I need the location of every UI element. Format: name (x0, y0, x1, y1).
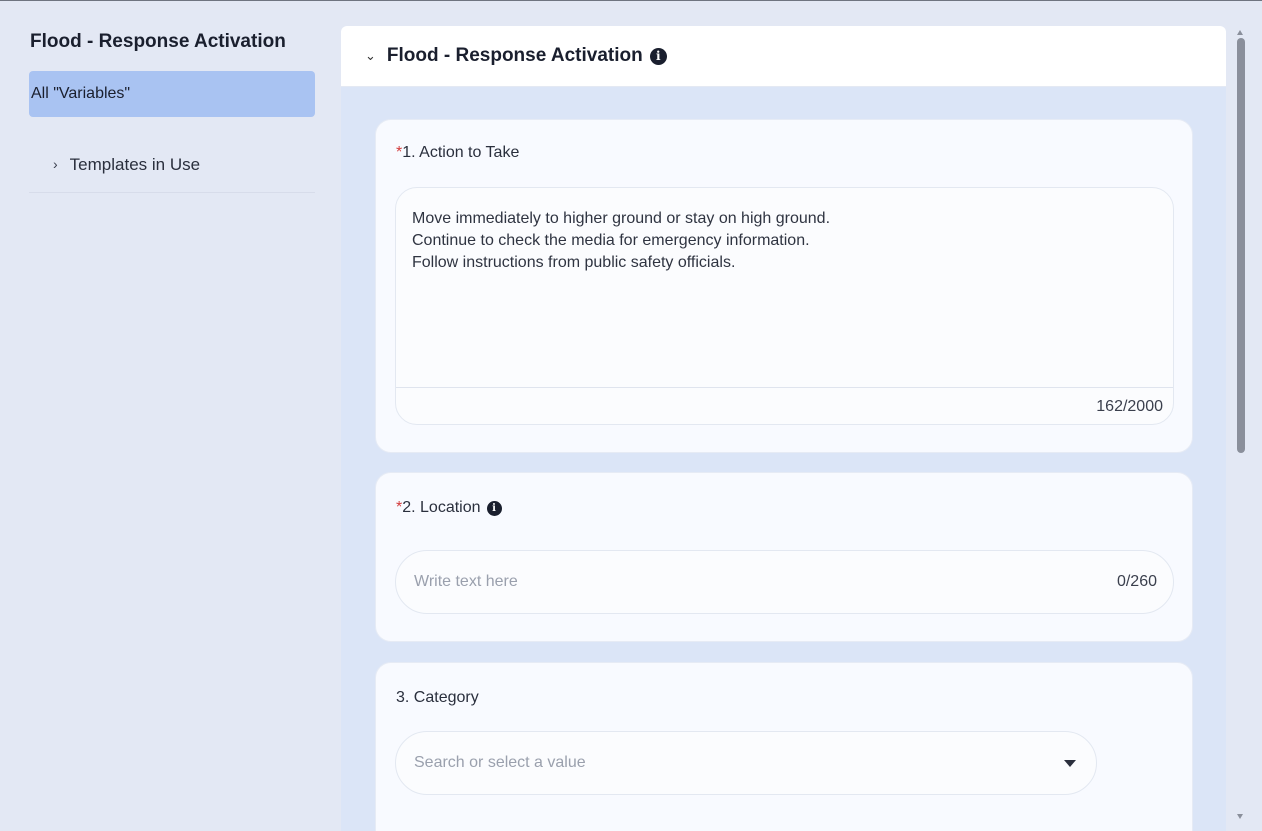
chevron-down-icon[interactable]: ⌄ (365, 48, 376, 64)
info-icon[interactable]: i (486, 500, 502, 516)
panel-header[interactable]: ⌄ Flood - Response Activation i (341, 26, 1226, 87)
field-card-action: * 1. Action to Take Move immediately to … (375, 119, 1193, 453)
field-label: * 2. Location i (396, 499, 502, 517)
textarea-value: Move immediately to higher ground or sta… (412, 210, 831, 271)
sidebar-item-all-variables[interactable]: All "Variables" (29, 71, 315, 117)
action-textarea[interactable]: Move immediately to higher ground or sta… (395, 187, 1174, 425)
main-panel: ⌄ Flood - Response Activation i * 1. Act… (341, 26, 1226, 831)
select-placeholder: Search or select a value (414, 754, 586, 771)
char-counter: 0/260 (1116, 573, 1157, 590)
caret-down-icon[interactable] (1064, 760, 1076, 767)
location-input[interactable]: Write text here 0/260 (395, 550, 1174, 614)
sidebar: Flood - Response Activation All "Variabl… (0, 1, 330, 831)
scroll-down-icon[interactable] (1237, 814, 1243, 819)
chevron-right-icon: › (53, 156, 58, 172)
char-counter: 162/2000 (1096, 398, 1163, 415)
field-label: * 1. Action to Take (396, 144, 519, 162)
scrollbar[interactable] (1234, 26, 1248, 826)
scroll-thumb[interactable] (1237, 38, 1245, 453)
field-label-text: 1. Action to Take (402, 144, 520, 161)
field-card-category: 3. Category Search or select a value (375, 662, 1193, 831)
field-label-text: 3. Category (396, 689, 479, 706)
category-select[interactable]: Search or select a value (395, 731, 1097, 795)
field-card-location: * 2. Location i Write text here 0/260 (375, 472, 1193, 642)
panel-title: Flood - Response Activation (386, 45, 643, 66)
sidebar-title: Flood - Response Activation (30, 31, 286, 52)
sidebar-item-templates-in-use[interactable]: › Templates in Use (29, 141, 315, 193)
input-placeholder: Write text here (414, 573, 518, 590)
field-label-text: 2. Location (402, 499, 481, 516)
scroll-up-icon[interactable] (1237, 30, 1243, 35)
field-label: 3. Category (396, 689, 479, 707)
info-icon[interactable]: i (649, 47, 667, 65)
sidebar-item-label: Templates in Use (69, 155, 201, 174)
textarea-footer: 162/2000 (396, 387, 1173, 424)
